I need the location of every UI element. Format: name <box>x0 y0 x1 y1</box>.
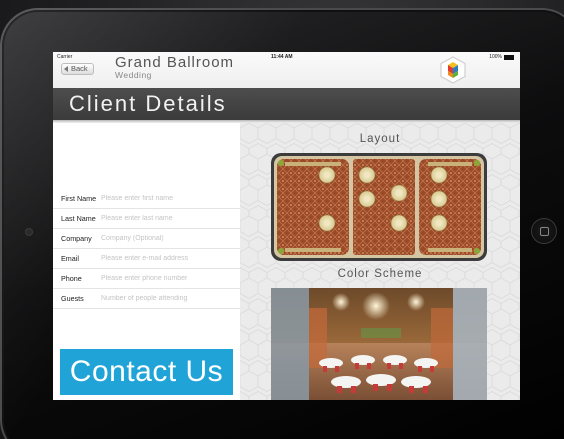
phone-label: Phone <box>61 274 82 283</box>
form-row-email: Email <box>53 249 240 269</box>
layout-title: Layout <box>359 133 401 145</box>
last-name-label: Last Name <box>61 214 96 223</box>
form-row-company: Company <box>53 229 240 249</box>
carrier-label: Carrier <box>57 54 73 60</box>
phone-input[interactable] <box>101 275 231 282</box>
guests-label: Guests <box>61 294 84 303</box>
form-row-last-name: Last Name <box>53 209 240 229</box>
first-name-input[interactable] <box>101 195 231 202</box>
back-button[interactable]: Back <box>61 63 94 75</box>
back-arrow-icon <box>64 66 68 72</box>
page-title: Client Details <box>69 91 227 116</box>
nav-bar: Carrier 11:44 AM 100% Back Grand Ballroo… <box>53 52 520 88</box>
last-name-input[interactable] <box>101 215 231 222</box>
color-scheme-title: Color Scheme <box>337 268 423 280</box>
venue-subtitle: Wedding <box>115 70 152 80</box>
app-screen: Carrier 11:44 AM 100% Back Grand Ballroo… <box>53 52 520 400</box>
battery-status: 100% <box>489 54 514 60</box>
preview-panel: Layout Color Scheme <box>240 123 520 400</box>
page-header: Client Details <box>53 88 520 120</box>
battery-percent: 100% <box>489 54 502 60</box>
form-row-phone: Phone <box>53 269 240 289</box>
first-name-label: First Name <box>61 194 97 203</box>
client-form: First Name Last Name Company Email Phone… <box>53 123 240 400</box>
camera-icon <box>26 229 32 235</box>
company-input[interactable] <box>101 235 231 242</box>
status-time: 11:44 AM <box>271 54 293 60</box>
home-square-icon <box>539 226 549 236</box>
layout-floor-plan[interactable] <box>271 153 487 261</box>
email-input[interactable] <box>101 255 231 262</box>
guests-input[interactable] <box>101 295 231 302</box>
home-button[interactable] <box>531 218 557 244</box>
app-logo-icon[interactable] <box>440 56 466 84</box>
company-label: Company <box>61 234 92 243</box>
form-row-first-name: First Name <box>53 189 240 209</box>
form-row-guests: Guests <box>53 289 240 309</box>
contact-us-button[interactable]: Contact Us <box>60 349 233 395</box>
email-label: Email <box>61 254 79 263</box>
color-scheme-photo[interactable] <box>271 288 487 400</box>
venue-title: Grand Ballroom <box>115 54 235 71</box>
battery-icon <box>504 54 514 60</box>
back-label: Back <box>71 64 88 73</box>
